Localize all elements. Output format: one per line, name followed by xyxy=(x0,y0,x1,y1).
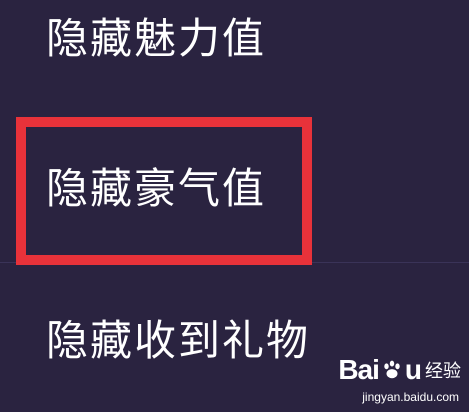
watermark-brand-left: Bai xyxy=(338,354,380,385)
paw-icon xyxy=(381,359,403,381)
menu-item-label: 隐藏魅力值 xyxy=(46,14,267,63)
menu-item-hide-charm-value[interactable]: 隐藏魅力值 xyxy=(0,0,469,100)
watermark-brand: Bai u 经验 xyxy=(338,354,461,386)
watermark-brand-cn: 经验 xyxy=(425,361,461,382)
menu-item-label: 隐藏收到礼物 xyxy=(46,316,311,365)
watermark-brand-right: u xyxy=(404,354,422,385)
settings-screen: 隐藏魅力值 隐藏豪气值 隐藏收到礼物 Bai u 经验 jingyan.baid… xyxy=(0,0,469,412)
watermark-domain: jingyan.baidu.com xyxy=(362,390,459,404)
highlight-annotation-box xyxy=(16,117,312,265)
baidu-jingyan-watermark: Bai u 经验 jingyan.baidu.com xyxy=(331,354,461,408)
